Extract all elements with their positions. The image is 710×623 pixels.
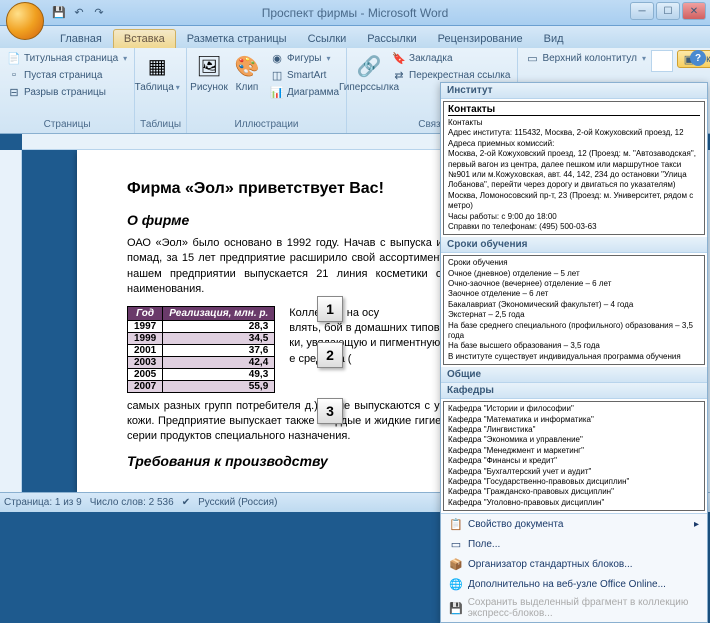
crossref-button[interactable]: ⇄Перекрестная ссылка xyxy=(389,67,513,83)
shapes-icon: ◉ xyxy=(270,51,284,65)
property-icon: 📋 xyxy=(449,517,463,531)
callout-1: 1 xyxy=(317,296,343,322)
status-language[interactable]: Русский (Россия) xyxy=(198,497,277,508)
gallery-category: Кафедры xyxy=(441,383,707,399)
tab-layout[interactable]: Разметка страницы xyxy=(177,30,297,48)
picture-button[interactable]: 🖼Рисунок xyxy=(191,50,227,118)
tab-insert[interactable]: Вставка xyxy=(113,29,176,48)
callout-3: 3 xyxy=(317,398,343,424)
save-icon: 💾 xyxy=(449,601,463,615)
break-icon: ⊟ xyxy=(7,85,21,99)
quick-parts-gallery: Институт Контакты КонтактыАдрес институт… xyxy=(440,82,708,623)
tab-mailings[interactable]: Рассылки xyxy=(357,30,426,48)
data-table: ГодРеализация, млн. р.199728,3199934,520… xyxy=(127,306,275,393)
hyperlink-button[interactable]: 🔗Гиперссылка xyxy=(351,50,387,118)
gallery-block-departments[interactable]: Кафедра "Истории и философии"Кафедра "Ма… xyxy=(443,401,705,511)
blank-page-button[interactable]: ▫Пустая страница xyxy=(4,67,130,83)
header-button[interactable]: ▭Верхний колонтитул xyxy=(522,50,649,66)
field-icon: ▭ xyxy=(449,537,463,551)
group-tables-label: Таблицы xyxy=(139,118,182,131)
online-icon: 🌐 xyxy=(449,577,463,591)
status-page[interactable]: Страница: 1 из 9 xyxy=(4,497,82,508)
table-icon: ▦ xyxy=(143,52,171,80)
menu-doc-property[interactable]: 📋Свойство документа▸ xyxy=(441,514,707,534)
qat-redo-icon[interactable]: ↷ xyxy=(90,4,108,22)
crossref-icon: ⇄ xyxy=(392,68,406,82)
qat-save-icon[interactable]: 💾 xyxy=(50,4,68,22)
gallery-category: Институт xyxy=(441,83,707,99)
menu-organizer[interactable]: 📦Организатор стандартных блоков... xyxy=(441,554,707,574)
gallery-category: Общие xyxy=(441,367,707,383)
picture-icon: 🖼 xyxy=(195,52,223,80)
minimize-button[interactable]: ─ xyxy=(630,2,654,20)
ribbon-tabs: Главная Вставка Разметка страницы Ссылки… xyxy=(0,26,710,48)
link-icon: 🔗 xyxy=(355,52,383,80)
group-pages-label: Страницы xyxy=(4,118,130,131)
bookmark-button[interactable]: 🔖Закладка xyxy=(389,50,513,66)
tab-references[interactable]: Ссылки xyxy=(298,30,357,48)
office-button[interactable] xyxy=(6,2,44,40)
chart-button[interactable]: 📊Диаграмма xyxy=(267,84,342,100)
status-words[interactable]: Число слов: 2 536 xyxy=(90,497,174,508)
organizer-icon: 📦 xyxy=(449,557,463,571)
page-break-button[interactable]: ⊟Разрыв страницы xyxy=(4,84,130,100)
table-button[interactable]: ▦Таблица xyxy=(139,50,175,118)
bookmark-icon: 🔖 xyxy=(392,51,406,65)
gallery-block-contacts[interactable]: Контакты КонтактыАдрес института: 115432… xyxy=(443,101,705,235)
chart-icon: 📊 xyxy=(270,85,284,99)
maximize-button[interactable]: ☐ xyxy=(656,2,680,20)
smartart-icon: ◫ xyxy=(270,68,284,82)
vertical-ruler[interactable] xyxy=(0,150,22,492)
callout-2: 2 xyxy=(317,342,343,368)
help-button[interactable]: ? xyxy=(690,50,706,66)
menu-office-online[interactable]: 🌐Дополнительно на веб-узле Office Online… xyxy=(441,574,707,594)
gallery-category: Сроки обучения xyxy=(441,237,707,253)
clip-button[interactable]: 🎨Клип xyxy=(229,50,265,118)
group-illus-label: Иллюстрации xyxy=(191,118,342,131)
cover-page-button[interactable]: 📄Титульная страница xyxy=(4,50,130,66)
page-icon: 📄 xyxy=(7,51,21,65)
tab-home[interactable]: Главная xyxy=(50,30,112,48)
menu-field[interactable]: ▭Поле... xyxy=(441,534,707,554)
gallery-block-terms[interactable]: Сроки обученияОчное (дневное) отделение … xyxy=(443,255,705,365)
window-title: Проспект фирмы - Microsoft Word xyxy=(262,6,449,20)
smartart-button[interactable]: ◫SmartArt xyxy=(267,67,342,83)
header-icon: ▭ xyxy=(525,51,539,65)
clip-icon: 🎨 xyxy=(233,52,261,80)
status-proofing-icon[interactable]: ✔ xyxy=(182,497,190,508)
menu-save-selection: 💾Сохранить выделенный фрагмент в коллекц… xyxy=(441,594,707,622)
tab-view[interactable]: Вид xyxy=(534,30,574,48)
close-button[interactable]: ✕ xyxy=(682,2,706,20)
qat-undo-icon[interactable]: ↶ xyxy=(70,4,88,22)
shapes-button[interactable]: ◉Фигуры xyxy=(267,50,342,66)
tab-review[interactable]: Рецензирование xyxy=(428,30,533,48)
wordart-button[interactable] xyxy=(651,50,673,72)
blank-page-icon: ▫ xyxy=(7,68,21,82)
